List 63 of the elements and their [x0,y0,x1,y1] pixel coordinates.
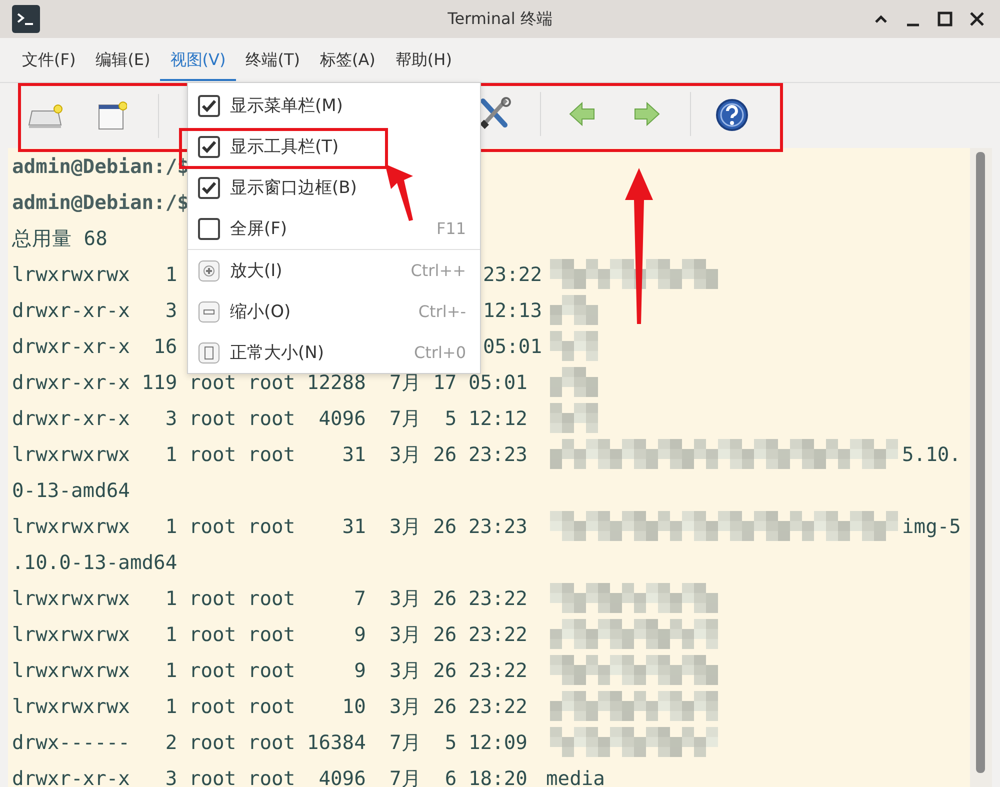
pixelated-redaction [550,403,598,433]
close-icon[interactable] [968,10,986,28]
terminal-line: drwx------ 2 root root 16384 7月 5 12:09 [12,730,528,756]
menu-item[interactable]: 显示工具栏(T) [188,126,480,167]
menu-bar-item[interactable]: 标签(A) [310,40,386,80]
shortcut-label: Ctrl++ [410,261,466,280]
terminal-line: media [546,766,605,787]
terminal-line: 05:01 [483,334,542,358]
shell-prompt: admin@Debian:/$ [12,154,189,178]
terminal-icon [12,5,40,33]
tools-icon[interactable] [478,96,512,130]
normal-size-icon [198,342,220,364]
menu-item[interactable]: 显示窗口边框(B) [188,167,480,208]
checkmark-icon [201,138,217,154]
menu-bar-item[interactable]: 帮助(H) [385,40,462,80]
terminal-line: drwxr-xr-x 3 root root 4096 7月 5 12:12 [12,406,528,432]
terminal-line: 23:22 [483,262,542,286]
new-window-icon[interactable] [97,101,127,131]
checkbox[interactable] [198,218,220,240]
terminal-line: lrwxrwxrwx 1 root root 9 3月 26 23:22 [12,658,528,684]
terminal-line: 0-13-amd64 [12,478,130,502]
pixelated-redaction [550,367,598,397]
terminal-line: lrwxrwxrwx 1 root root 31 3月 26 23:23 [12,442,528,468]
terminal-line: img-5 [902,514,961,538]
shortcut-label: F11 [436,219,466,238]
menu-bar-item[interactable]: 编辑(E) [86,40,160,80]
pointer-arrow [384,163,414,221]
pixelated-redaction [550,295,598,325]
forward-arrow-icon[interactable] [633,100,661,128]
window-title: Terminal 终端 [448,8,552,30]
zoom-out-icon [198,300,220,322]
scrollbar[interactable] [970,148,992,787]
zoom-in-icon [198,260,220,282]
checkmark-icon [201,180,217,196]
shortcut-label: Ctrl+- [418,302,466,321]
shell-prompt: admin@Debian:/$ [12,190,189,214]
menu-bar-item[interactable]: 终端(T) [236,40,310,80]
terminal-line: .10.0-13-amd64 [12,550,178,574]
terminal-line: lrwxrwxrwx 1 root root 9 3月 26 23:22 [12,622,528,648]
terminal-line: 5.10. [902,442,961,466]
terminal-line: 总用量 68 [12,226,108,252]
menu-item[interactable]: 缩小(O) Ctrl+- [188,291,480,332]
terminal-line: lrwxrwxrwx 1 root root 7 3月 26 23:22 [12,586,528,612]
checkmark-icon [201,98,217,114]
menu-bar-item[interactable]: 文件(F) [12,40,86,80]
menu-item[interactable]: 全屏(F) F11 [188,208,480,249]
terminal-line: lrwxrwxrwx 1 root root 31 3月 26 23:23 [12,514,528,540]
back-arrow-icon[interactable] [568,100,596,128]
terminal-line: lrwxrwxrwx 1 [12,262,178,286]
menu-item[interactable]: 放大(I) Ctrl++ [188,250,480,291]
help-icon[interactable] [715,98,749,132]
terminal-line: drwxr-xr-x 3 [12,298,178,322]
checkbox[interactable] [198,176,220,198]
menu-item[interactable]: 显示菜单栏(M) [188,85,480,126]
terminal-line: drwxr-xr-x 3 root root 4096 7月 6 18:20 [12,766,528,787]
terminal-line: drwxr-xr-x 16 [12,334,178,358]
terminal-line: lrwxrwxrwx 1 root root 10 3月 26 23:22 [12,694,528,720]
terminal-line: 12:13 [483,298,542,322]
checkbox[interactable] [198,136,220,158]
shortcut-label: Ctrl+0 [414,343,466,362]
pixelated-redaction [550,331,598,361]
maximize-icon[interactable] [936,10,954,28]
checkbox[interactable] [198,94,220,116]
